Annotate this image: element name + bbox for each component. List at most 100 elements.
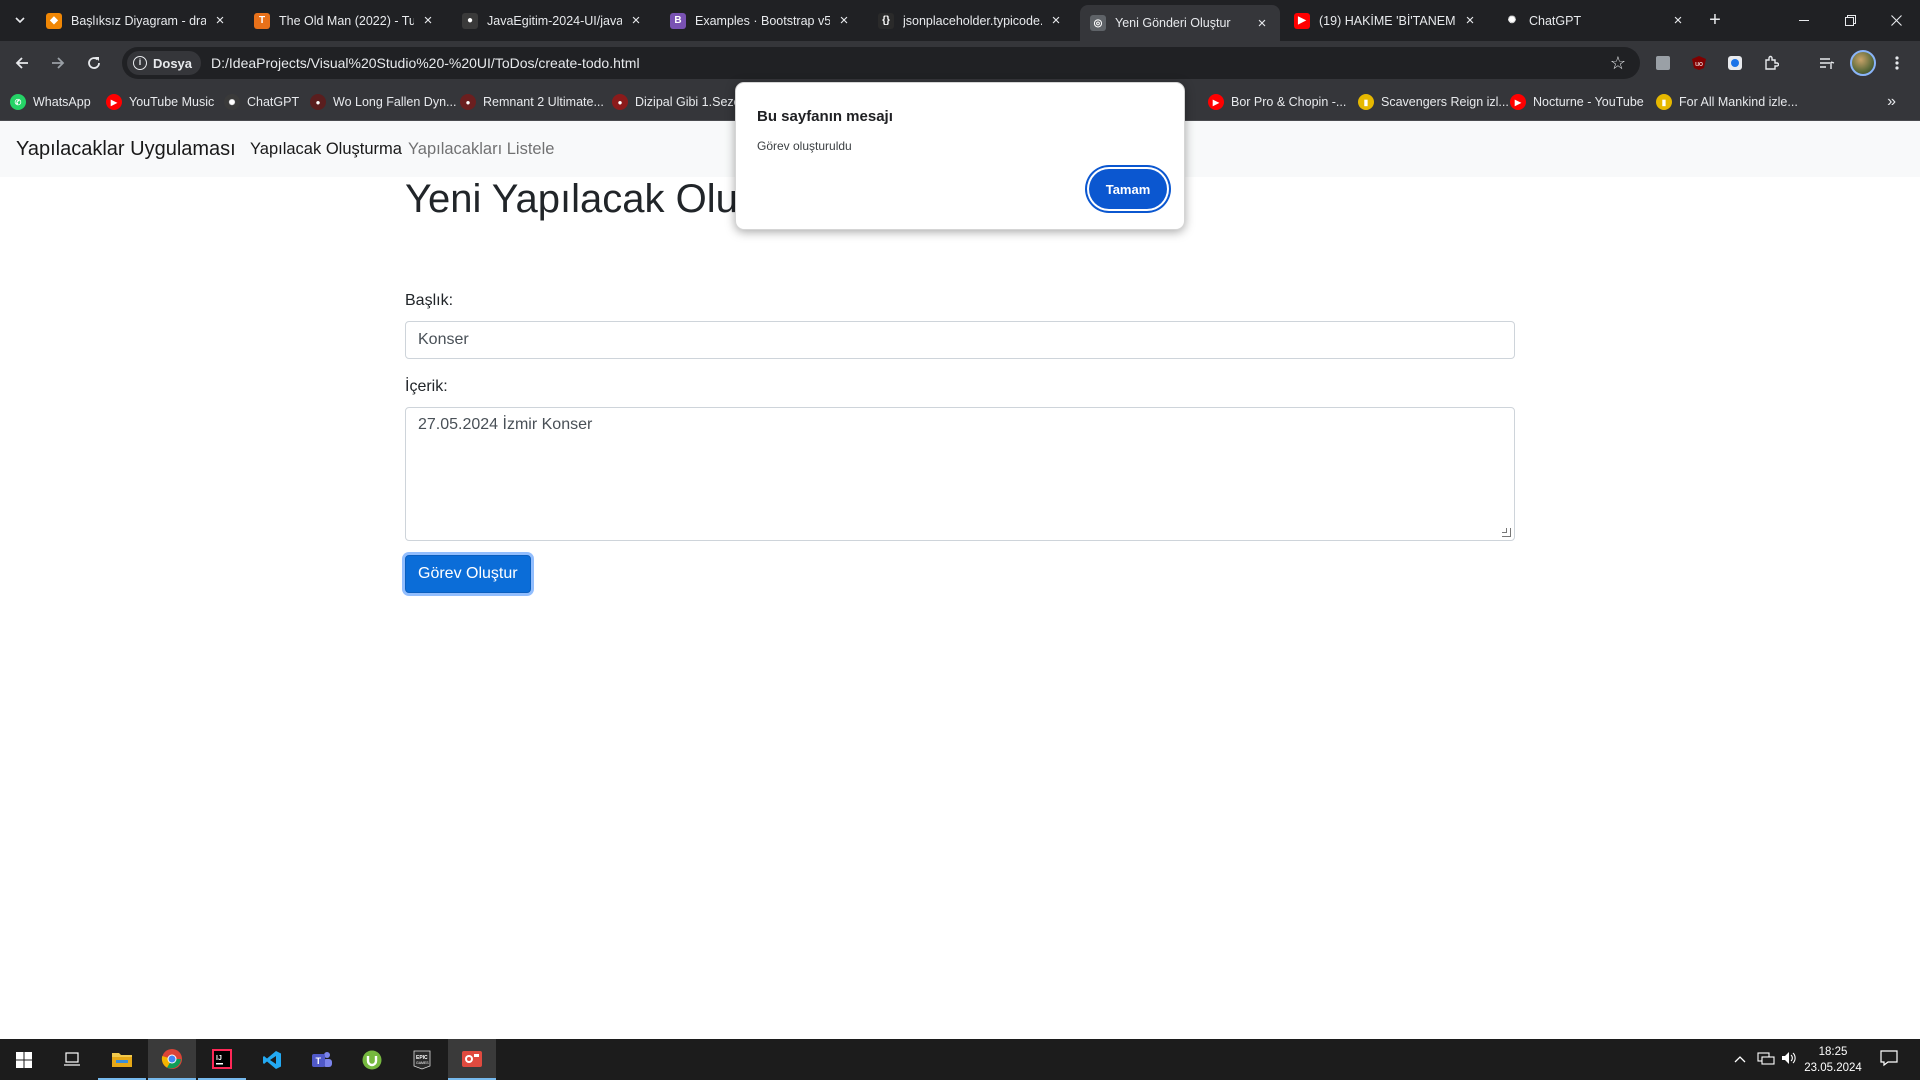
tab-favicon-icon: ▶	[1294, 12, 1310, 29]
create-task-button[interactable]: Görev Oluştur	[405, 555, 531, 593]
bookmark-item[interactable]: ● Remnant 2 Ultimate...	[460, 94, 604, 110]
tab-close-icon[interactable]: ×	[1254, 15, 1270, 32]
restore-button[interactable]	[1827, 0, 1873, 41]
browser-tab[interactable]: B Examples · Bootstrap v5.3 ×	[660, 5, 862, 36]
browser-tab[interactable]: ▶ (19) HAKİME 'Bİ'TANEM' Da ×	[1284, 5, 1488, 36]
dialog-message: Görev oluşturuldu	[757, 139, 852, 153]
tab-title: Examples · Bootstrap v5.3	[695, 13, 830, 28]
forward-button[interactable]	[44, 49, 72, 77]
start-button[interactable]	[0, 1039, 48, 1080]
svg-text:IJ: IJ	[216, 1055, 222, 1062]
resize-handle[interactable]	[1502, 528, 1511, 537]
extension-puzzle-gray-icon[interactable]	[1652, 52, 1674, 74]
bookmark-star-icon[interactable]: ☆	[1610, 53, 1626, 74]
close-window-button[interactable]	[1873, 0, 1919, 41]
bookmark-item[interactable]: ▶ Bor Pro & Chopin -...	[1208, 94, 1346, 110]
dialog-title: Bu sayfanın mesajı	[757, 108, 893, 125]
bookmark-item[interactable]: ● Wo Long Fallen Dyn...	[310, 94, 456, 110]
back-button[interactable]	[8, 49, 36, 77]
browser-tab[interactable]: ◎ Yeni Gönderi Oluştur ×	[1080, 5, 1280, 41]
chrome-icon	[161, 1048, 182, 1069]
title-input[interactable]: Konser	[405, 321, 1515, 359]
tab-favicon-icon: ✺	[1504, 12, 1520, 29]
bookmark-favicon-icon: ▶	[1208, 94, 1224, 110]
dialog-ok-button[interactable]: Tamam	[1089, 169, 1167, 209]
info-icon: i	[133, 56, 147, 70]
content-textarea[interactable]: 27.05.2024 İzmir Konser	[405, 407, 1515, 541]
bookmark-favicon-icon: ▶	[106, 94, 122, 110]
tab-search-button[interactable]	[8, 9, 32, 31]
vscode-icon	[263, 1050, 281, 1069]
tab-title: The Old Man (2022) - Turk	[279, 13, 414, 28]
profile-avatar[interactable]	[1850, 50, 1876, 76]
tab-title: ChatGPT	[1529, 13, 1582, 28]
task-view-button[interactable]	[48, 1039, 96, 1080]
bookmark-item[interactable]: ✺ ChatGPT	[224, 94, 299, 110]
tab-close-icon[interactable]: ×	[1462, 12, 1478, 29]
network-icon[interactable]	[1757, 1051, 1775, 1068]
browser-tab[interactable]: ● JavaEgitim-2024-UI/javasc ×	[452, 5, 654, 36]
browser-tab[interactable]: ✺ ChatGPT ×	[1494, 5, 1696, 36]
bookmark-favicon-icon: ●	[460, 94, 476, 110]
vscode-taskbar-button[interactable]	[248, 1039, 296, 1080]
bookmark-item[interactable]: ● Dizipal Gibi 1.Sezo	[612, 94, 741, 110]
bookmark-favicon-icon: ✺	[224, 94, 240, 110]
volume-icon[interactable]	[1781, 1051, 1797, 1068]
chevron-up-icon[interactable]	[1734, 1051, 1746, 1066]
bookmark-favicon-icon: ✆	[10, 94, 26, 110]
tab-favicon-icon: ◆	[46, 12, 62, 29]
clock-time: 18:25	[1818, 1046, 1848, 1058]
site-info-chip[interactable]: i Dosya	[127, 51, 202, 75]
teams-icon: T	[312, 1051, 332, 1067]
new-tab-button[interactable]: +	[1704, 10, 1726, 32]
snip-tool-icon	[462, 1050, 482, 1067]
nav-link-list[interactable]: Yapılacakları Listele	[408, 140, 554, 159]
tab-close-icon[interactable]: ×	[836, 12, 852, 29]
intellij-taskbar-button[interactable]: IJ	[198, 1039, 246, 1080]
tab-close-icon[interactable]: ×	[420, 12, 436, 29]
site-chip-label: Dosya	[153, 55, 193, 71]
tab-favicon-icon: ◎	[1090, 15, 1106, 31]
bookmark-item[interactable]: ▶ YouTube Music	[106, 94, 214, 110]
media-queue-icon[interactable]	[1816, 52, 1838, 74]
kebab-menu-icon[interactable]	[1886, 52, 1908, 74]
arrow-right-icon	[52, 57, 65, 69]
browser-tab[interactable]: {} jsonplaceholder.typicode. ×	[868, 5, 1074, 36]
tab-close-icon[interactable]: ×	[212, 12, 228, 29]
tab-close-icon[interactable]: ×	[628, 12, 644, 29]
navbar-brand[interactable]: Yapılacaklar Uygulaması	[16, 138, 236, 161]
browser-toolbar: i Dosya D:/IdeaProjects/Visual%20Studio%…	[0, 41, 1920, 85]
extensions-puzzle-icon[interactable]	[1760, 52, 1782, 74]
svg-text:GAMES: GAMES	[416, 1061, 429, 1065]
utorrent-taskbar-button[interactable]	[348, 1039, 396, 1080]
snip-tool-taskbar-button[interactable]	[448, 1039, 496, 1080]
arrow-left-icon	[15, 57, 28, 69]
system-clock[interactable]: 18:25 23.05.2024	[1798, 1044, 1868, 1076]
teams-taskbar-button[interactable]: T	[298, 1039, 346, 1080]
address-bar[interactable]: i Dosya D:/IdeaProjects/Visual%20Studio%…	[122, 47, 1640, 79]
extension-blue-icon[interactable]	[1724, 52, 1746, 74]
browser-tab[interactable]: T The Old Man (2022) - Turk ×	[244, 5, 446, 36]
chevron-down-icon	[15, 17, 25, 23]
nav-link-create[interactable]: Yapılacak Oluşturma	[250, 140, 402, 159]
chrome-taskbar-button[interactable]	[148, 1039, 196, 1080]
tab-close-icon[interactable]: ×	[1048, 12, 1064, 29]
file-explorer-button[interactable]	[98, 1039, 146, 1080]
bookmark-item[interactable]: ✆ WhatsApp	[10, 94, 91, 110]
notification-icon[interactable]	[1880, 1049, 1898, 1070]
chevron-double-right-icon[interactable]: »	[1887, 93, 1896, 111]
restore-icon	[1844, 15, 1856, 26]
clock-date: 23.05.2024	[1804, 1062, 1862, 1074]
utorrent-icon	[362, 1050, 382, 1069]
reload-button[interactable]	[80, 49, 108, 77]
url-text[interactable]: D:/IdeaProjects/Visual%20Studio%20-%20UI…	[211, 55, 640, 71]
ublock-icon[interactable]: uo	[1688, 52, 1710, 74]
bookmark-item[interactable]: ▮ For All Mankind izle...	[1656, 94, 1798, 110]
bookmark-item[interactable]: ▶ Nocturne - YouTube	[1510, 94, 1644, 110]
browser-tab[interactable]: ◆ Başlıksız Diyagram - draw. ×	[36, 5, 238, 36]
tab-close-icon[interactable]: ×	[1670, 12, 1686, 29]
bookmark-item[interactable]: ▮ Scavengers Reign izl...	[1358, 94, 1509, 110]
minimize-button[interactable]	[1781, 0, 1827, 41]
epic-games-taskbar-button[interactable]: EPIC GAMES	[398, 1039, 446, 1080]
minimize-icon	[1799, 20, 1809, 21]
